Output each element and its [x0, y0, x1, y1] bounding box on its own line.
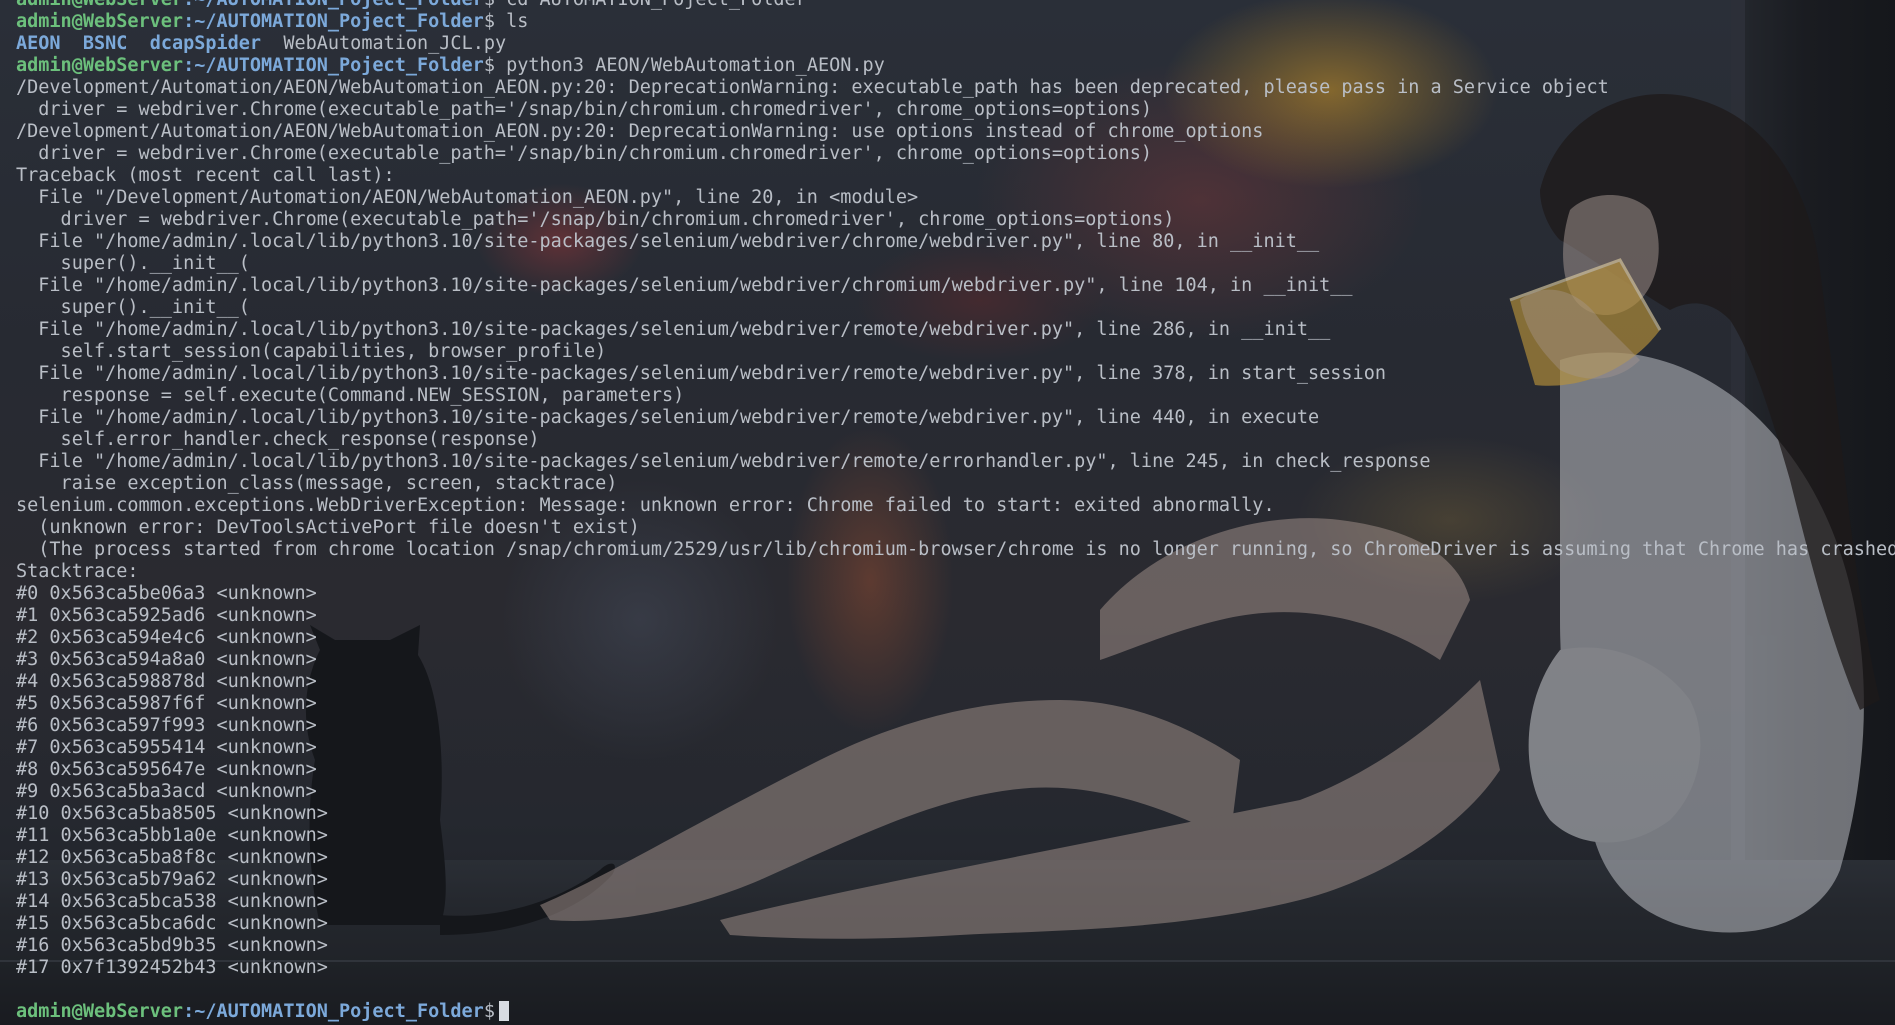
prompt-user-host: admin@WebServer [16, 55, 184, 76]
terminal-window[interactable]: admin@WebServer:~/AUTOMATION_Poject_Fold… [0, 0, 1895, 1025]
output-line: #7 0x563ca5955414 <unknown> [16, 737, 317, 758]
command-text: python3 AEON/WebAutomation_AEON.py [494, 55, 885, 76]
output-line: File "/home/admin/.local/lib/python3.10/… [16, 319, 1331, 340]
output-line: self.start_session(capabilities, browser… [16, 341, 607, 362]
directory-entry: dcapSpider [149, 33, 262, 54]
output-line: File "/home/admin/.local/lib/python3.10/… [16, 231, 1320, 252]
output-line: response = self.execute(Command.NEW_SESS… [16, 385, 685, 406]
output-line: self.error_handler.check_response(respon… [16, 429, 540, 450]
prompt-user-host: admin@WebServer [16, 1001, 184, 1022]
output-line: (unknown error: DevToolsActivePort file … [16, 517, 640, 538]
output-line: /Development/Automation/AEON/WebAutomati… [16, 121, 1264, 142]
output-line: #14 0x563ca5bca538 <unknown> [16, 891, 328, 912]
prompt-path: :~/AUTOMATION_Poject_Folder [183, 1001, 484, 1022]
prompt-symbol: $ [483, 55, 495, 76]
prompt-line: admin@WebServer:~/AUTOMATION_Poject_Fold… [16, 55, 1886, 77]
output-line: #12 0x563ca5ba8f8c <unknown> [16, 847, 328, 868]
output-line: Traceback (most recent call last): [16, 165, 395, 186]
prompt-path: :~/AUTOMATION_Poject_Folder [183, 11, 484, 32]
output-line: #17 0x7f1392452b43 <unknown> [16, 957, 328, 978]
output-line: #10 0x563ca5ba8505 <unknown> [16, 803, 328, 824]
prompt-line: admin@WebServer:~/AUTOMATION_Poject_Fold… [16, 11, 1886, 33]
output-line: #11 0x563ca5bb1a0e <unknown> [16, 825, 328, 846]
output-line: #9 0x563ca5ba3acd <unknown> [16, 781, 317, 802]
output-line: /Development/Automation/AEON/WebAutomati… [16, 77, 1609, 98]
output-line: driver = webdriver.Chrome(executable_pat… [16, 143, 1153, 164]
output-line: #4 0x563ca598878d <unknown> [16, 671, 317, 692]
prompt-path: :~/AUTOMATION_Poject_Folder [183, 55, 484, 76]
output-line: super().__init__( [16, 253, 250, 274]
command-text: ls [494, 11, 529, 32]
directory-entry: AEON [16, 33, 61, 54]
output-line: super().__init__( [16, 297, 250, 318]
file-entry: WebAutomation_JCL.py [283, 33, 507, 54]
output-line: #6 0x563ca597f993 <unknown> [16, 715, 317, 736]
ls-output: AEON BSNC dcapSpider WebAutomation_JCL.p… [16, 33, 1886, 55]
prompt-path: :~/AUTOMATION_Poject_Folder [183, 0, 484, 10]
output-line: #1 0x563ca5925ad6 <unknown> [16, 605, 317, 626]
output-line: #16 0x563ca5bd9b35 <unknown> [16, 935, 328, 956]
output-line: #2 0x563ca594e4c6 <unknown> [16, 627, 317, 648]
command-output: /Development/Automation/AEON/WebAutomati… [16, 77, 1895, 979]
prompt-symbol: $ [483, 1001, 495, 1022]
output-line: (The process started from chrome locatio… [16, 539, 1895, 560]
output-line: #0 0x563ca5be06a3 <unknown> [16, 583, 317, 604]
prompt-symbol: $ [483, 11, 495, 32]
prompt-user-host: admin@WebServer [16, 11, 184, 32]
output-line: Stacktrace: [16, 561, 139, 582]
output-line: File "/home/admin/.local/lib/python3.10/… [16, 363, 1386, 384]
prompt-symbol: $ [484, 0, 495, 10]
output-line: selenium.common.exceptions.WebDriverExce… [16, 495, 1275, 516]
output-line: File "/home/admin/.local/lib/python3.10/… [16, 275, 1353, 296]
output-line: driver = webdriver.Chrome(executable_pat… [16, 99, 1153, 120]
prompt-user-host: admin@WebServer [16, 0, 183, 10]
directory-entry: BSNC [82, 33, 128, 54]
text-cursor[interactable] [498, 1001, 509, 1021]
terminal-output[interactable]: admin@WebServer:~/AUTOMATION_Poject_Fold… [16, 0, 1895, 1023]
output-line: raise exception_class(message, screen, s… [16, 473, 618, 494]
output-line: driver = webdriver.Chrome(executable_pat… [16, 209, 1175, 230]
command-text: cd AUTOMATION_Poject_Folder [495, 0, 807, 10]
output-line: File "/home/admin/.local/lib/python3.10/… [16, 407, 1320, 428]
output-line: #15 0x563ca5bca6dc <unknown> [16, 913, 328, 934]
output-line: #13 0x563ca5b79a62 <unknown> [16, 869, 328, 890]
active-prompt-line[interactable]: admin@WebServer:~/AUTOMATION_Poject_Fold… [16, 1001, 1886, 1023]
output-line: #3 0x563ca594a8a0 <unknown> [16, 649, 317, 670]
output-line: #5 0x563ca5987f6f <unknown> [16, 693, 317, 714]
prompt-line: admin@WebServer:~/AUTOMATION_Poject_Fold… [16, 0, 1886, 11]
output-line: #8 0x563ca595647e <unknown> [16, 759, 317, 780]
output-line: File "/home/admin/.local/lib/python3.10/… [16, 451, 1431, 472]
output-line: File "/Development/Automation/AEON/WebAu… [16, 187, 919, 208]
